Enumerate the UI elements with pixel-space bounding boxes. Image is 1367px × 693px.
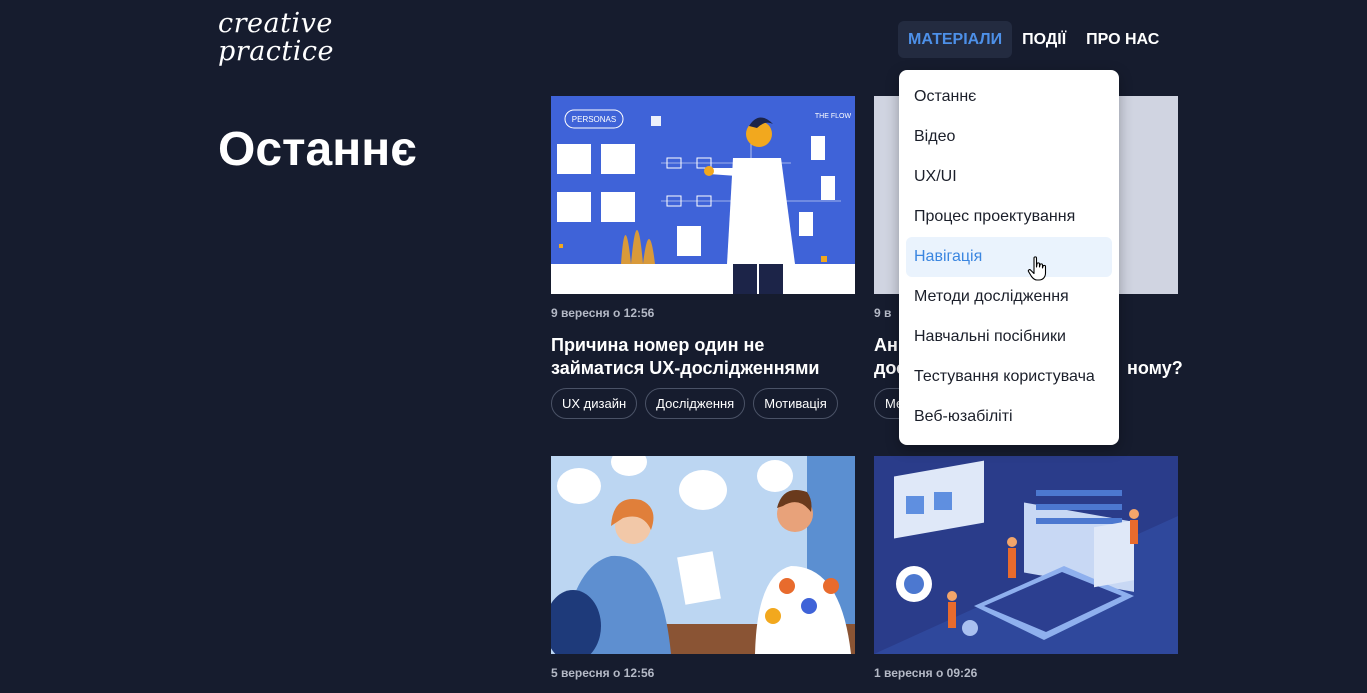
tag-ux-design[interactable]: UX дизайн — [551, 388, 638, 419]
menu-item-tutorials[interactable]: Навчальні посібники — [906, 317, 1112, 357]
title-fragment: Ан — [874, 335, 898, 355]
menu-item-web-usability[interactable]: Веб-юзабіліті — [906, 397, 1112, 437]
menu-item-navigation[interactable]: Навігація — [906, 237, 1112, 277]
logo-line-2: practice — [218, 36, 334, 67]
page-title: Останнє — [218, 123, 417, 176]
article-title[interactable]: Причина номер один не займатися UX-дослі… — [551, 334, 841, 380]
whiteboard-illustration: PERSONAS THE FLOW — [551, 96, 855, 294]
nav-item-materials[interactable]: МАТЕРІАЛИ — [898, 21, 1013, 58]
nav-item-about[interactable]: ПРО НАС — [1076, 21, 1169, 58]
article-image[interactable] — [551, 456, 855, 654]
personas-label: PERSONAS — [572, 115, 616, 124]
flow-label: THE FLOW — [815, 113, 852, 120]
article-date: 5 вересня о 12:56 — [551, 666, 655, 680]
main-nav: МАТЕРІАЛИ ПОДІЇ ПРО НАС — [898, 21, 1169, 58]
site-logo[interactable]: creative practice — [218, 10, 334, 66]
article-date: 1 вересня о 09:26 — [874, 666, 978, 680]
article-card[interactable]: 5 вересня о 12:56 — [551, 456, 855, 680]
menu-item-research-methods[interactable]: Методи дослідження — [906, 277, 1112, 317]
article-card[interactable]: PERSONAS THE FLOW 9 вересня о 12:56 Прич… — [551, 96, 855, 419]
article-image[interactable]: PERSONAS THE FLOW — [551, 96, 855, 294]
interview-illustration — [551, 456, 855, 654]
article-date: 9 вересня о 12:56 — [551, 306, 655, 320]
logo-line-1: creative — [218, 8, 333, 39]
nav-item-events[interactable]: ПОДІЇ — [1012, 21, 1076, 58]
menu-item-user-testing[interactable]: Тестування користувача — [906, 357, 1112, 397]
title-fragment: ному? — [1127, 358, 1183, 378]
tag-motivation[interactable]: Мотивація — [753, 388, 838, 419]
menu-item-ux-ui[interactable]: UX/UI — [906, 157, 1112, 197]
analytics-illustration — [874, 456, 1178, 654]
tag-research[interactable]: Дослідження — [645, 388, 746, 419]
menu-item-video[interactable]: Відео — [906, 117, 1112, 157]
article-card[interactable]: 1 вересня о 09:26 — [874, 456, 1178, 680]
menu-item-design-process[interactable]: Процес проектування — [906, 197, 1112, 237]
article-image[interactable] — [874, 456, 1178, 654]
materials-dropdown: Останнє Відео UX/UI Процес проектування … — [899, 70, 1119, 445]
tag-list: UX дизайн Дослідження Мотивація — [551, 388, 855, 419]
menu-item-latest[interactable]: Останнє — [906, 77, 1112, 117]
